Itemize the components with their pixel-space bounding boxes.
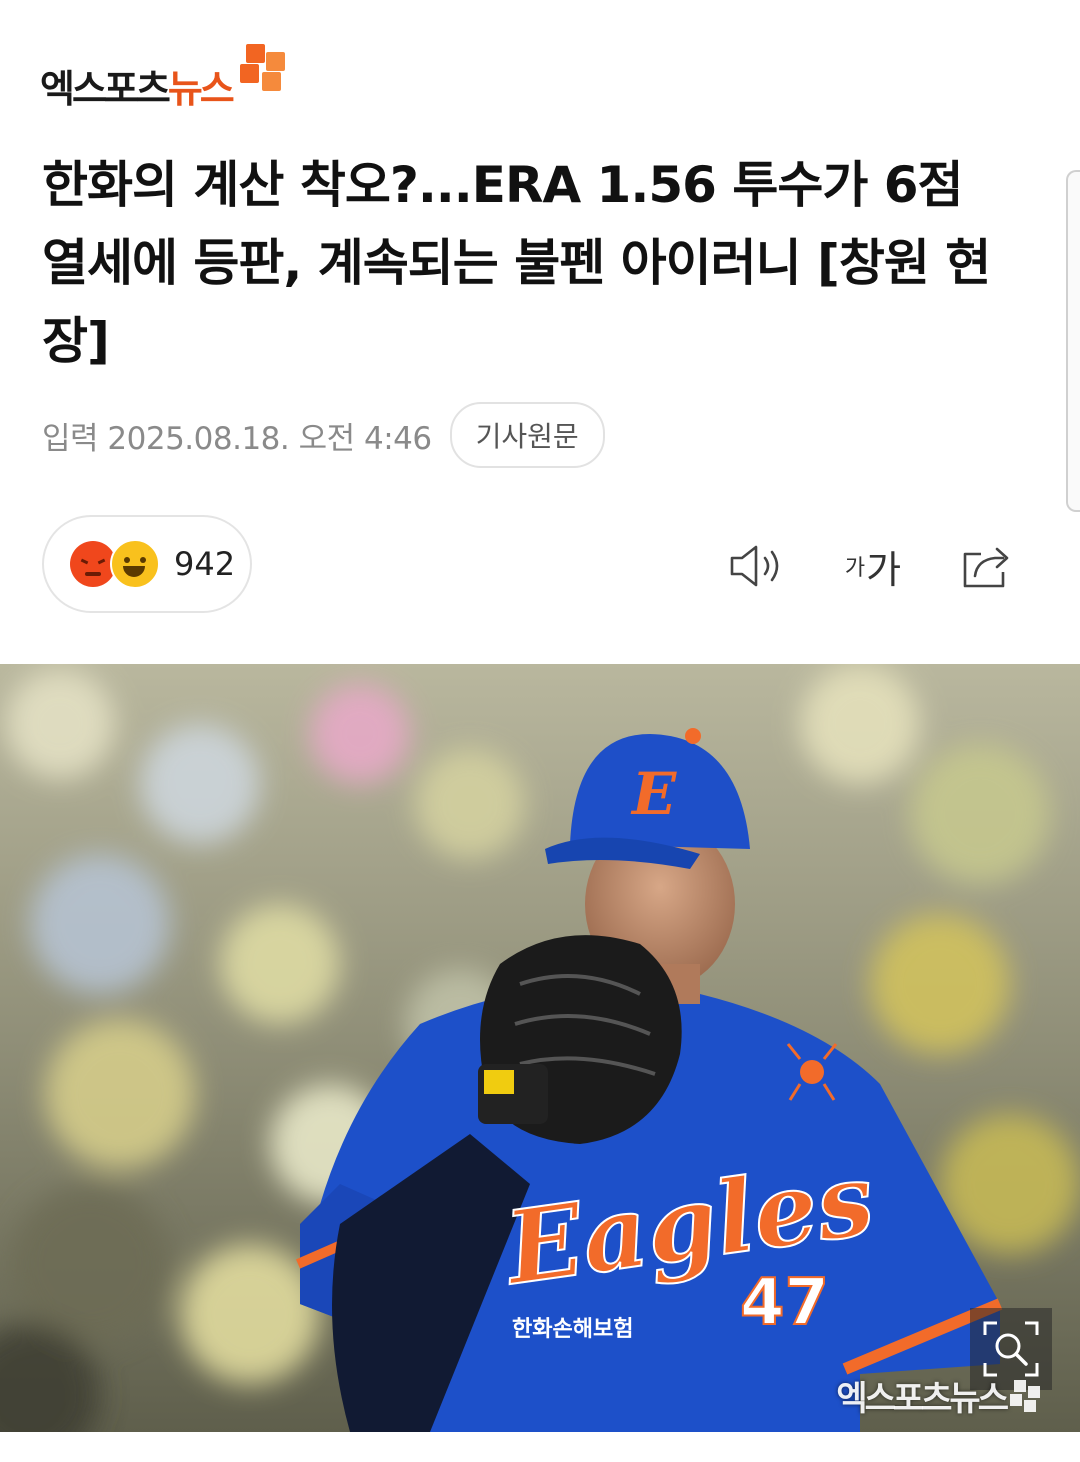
reaction-count: 942 bbox=[174, 545, 236, 583]
jersey-number: 47 bbox=[740, 1266, 829, 1340]
scroll-indicator[interactable] bbox=[1066, 170, 1080, 512]
logo-text: 엑스포츠뉴스 bbox=[40, 67, 235, 111]
reaction-button[interactable]: 942 bbox=[42, 515, 252, 613]
font-large-label: 가 bbox=[866, 547, 902, 592]
speaker-icon bbox=[730, 545, 779, 587]
pitcher-photo-image: E Eagles 47 한화손해보험 bbox=[0, 664, 1080, 1432]
cap-letter: E bbox=[630, 760, 677, 828]
share-icon bbox=[963, 547, 1009, 588]
article-headline: 한화의 계산 착오?...ERA 1.56 투수가 6점 열세에 등판, 계속되… bbox=[42, 156, 991, 370]
site-logo[interactable]: 엑스포츠뉴스 bbox=[40, 44, 285, 111]
publish-date: 입력 2025.08.18. 오전 4:46 bbox=[42, 420, 432, 457]
laughing-face-icon bbox=[110, 539, 160, 589]
font-size-button[interactable]: 가가 bbox=[838, 536, 908, 596]
logo-mark-icon bbox=[236, 44, 285, 96]
zoom-icon bbox=[983, 1321, 1039, 1377]
jersey-sponsor: 한화손해보험 bbox=[512, 1316, 633, 1342]
original-article-button[interactable]: 기사원문 bbox=[449, 402, 605, 468]
share-button[interactable] bbox=[956, 536, 1018, 596]
article-meta: 입력 2025.08.18. 오전 4:46 기사원문 bbox=[42, 402, 605, 468]
photo-watermark: 엑스포츠뉴스 bbox=[836, 1371, 1040, 1420]
watermark-logo-icon bbox=[1010, 1379, 1040, 1412]
listen-button[interactable] bbox=[726, 536, 788, 596]
article-photo[interactable]: E Eagles 47 한화손해보험 엑스포츠뉴스 bbox=[0, 664, 1080, 1432]
font-small-label: 가 bbox=[844, 556, 866, 581]
